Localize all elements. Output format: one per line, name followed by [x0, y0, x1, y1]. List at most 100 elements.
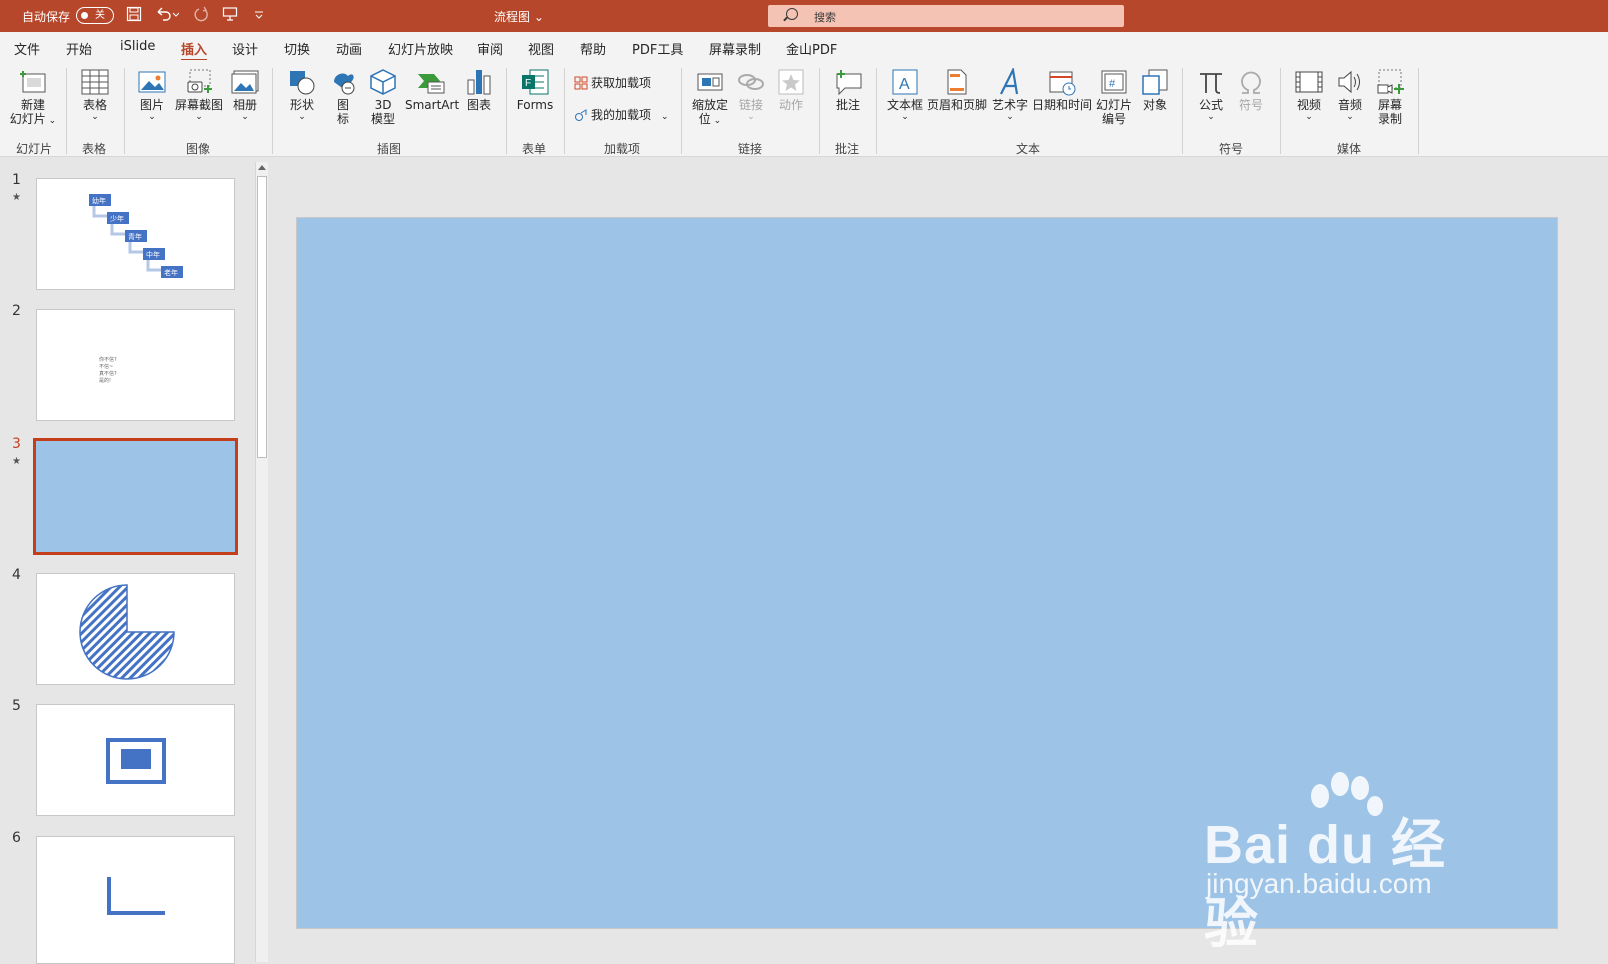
wordart-button[interactable]: 艺术字 ⌄: [990, 68, 1030, 122]
toggle-knob: [81, 12, 88, 19]
comment-label: 批注: [835, 98, 860, 112]
animation-star-icon: ★: [12, 192, 21, 203]
action-star-icon: [778, 69, 804, 95]
slide-number: 2: [12, 303, 21, 319]
group-label-addins: 加载项: [604, 142, 641, 156]
tab-screen-record[interactable]: 屏幕录制: [709, 39, 761, 58]
tab-pdf-tools[interactable]: PDF工具: [632, 39, 683, 58]
tab-insert[interactable]: 插入: [181, 39, 208, 61]
textbox-button[interactable]: A 文本框 ⌄: [886, 68, 924, 122]
slide-thumbnail-4[interactable]: [36, 573, 235, 685]
picture-button[interactable]: 图片 ⌄: [134, 68, 170, 122]
forms-button[interactable]: F Forms: [514, 68, 556, 112]
slide-number: 4: [12, 567, 21, 583]
tab-transitions[interactable]: 切换: [284, 39, 310, 58]
title-bar: 自动保存 关 流程图 ⌄ 搜索: [0, 0, 1608, 32]
3d-models-button[interactable]: 3D 模型: [365, 68, 401, 126]
get-addins-button[interactable]: 获取加载项: [574, 76, 651, 90]
ribbon-tabs: 文件 开始 iSlide 插入 设计 切换 动画 幻灯片放映 审阅 视图 帮助 …: [0, 32, 1608, 61]
tab-home[interactable]: 开始: [66, 39, 92, 58]
date-time-label: 日期和时间: [1032, 98, 1093, 112]
tab-slideshow[interactable]: 幻灯片放映: [388, 39, 453, 58]
screen-recording-button[interactable]: 屏幕 录制: [1372, 68, 1408, 126]
link-button[interactable]: 链接 ⌄: [734, 68, 768, 122]
slide-number-button[interactable]: # 幻灯片 编号: [1094, 68, 1134, 126]
video-button[interactable]: 视频 ⌄: [1292, 68, 1326, 122]
omega-icon: [1241, 71, 1261, 94]
tab-animations[interactable]: 动画: [336, 39, 362, 58]
present-from-start-icon[interactable]: [222, 6, 238, 26]
my-addins-button[interactable]: 我的加载项 ⌄: [574, 108, 669, 124]
screenshot-label: 屏幕截图: [174, 98, 223, 112]
baidu-jingyan-watermark: Bai du 经验 jingyan.baidu.com: [1200, 770, 1500, 954]
icons-label: 图 标: [336, 98, 349, 126]
step-label: 幼年: [92, 196, 106, 205]
calendar-clock-icon: [1049, 71, 1076, 96]
animation-star-icon: ★: [12, 456, 21, 467]
table-button[interactable]: 表格 ⌄: [76, 68, 114, 122]
chart-button[interactable]: 图表: [462, 68, 496, 112]
scroll-up-arrow-icon[interactable]: [258, 165, 266, 170]
new-slide-button[interactable]: 新建 幻灯片 ⌄: [8, 68, 58, 128]
zoom-button[interactable]: 缩放定 位 ⌄: [690, 68, 730, 128]
thumbnail-scrollbar[interactable]: [255, 162, 268, 962]
slide-thumbnail-6[interactable]: [36, 836, 235, 964]
screen-recording-label: 屏幕 录制: [1377, 98, 1402, 126]
shapes-label: 形状: [289, 98, 314, 112]
step-label: 中年: [146, 250, 160, 259]
screenshot-button[interactable]: 屏幕截图 ⌄: [174, 68, 224, 122]
get-addins-label: 获取加载项: [591, 76, 652, 90]
header-footer-icon: [947, 69, 967, 95]
new-slide-icon: [20, 71, 46, 93]
action-button[interactable]: 动作: [774, 68, 808, 112]
symbol-button[interactable]: 符号: [1234, 68, 1268, 112]
corner-shape-preview: [107, 877, 165, 915]
pie-shape-preview: [79, 584, 175, 680]
autosave-toggle[interactable]: 关: [76, 7, 114, 24]
shapes-button[interactable]: 形状 ⌄: [284, 68, 320, 122]
object-icon: [1142, 69, 1168, 95]
object-button[interactable]: 对象: [1138, 68, 1172, 112]
photo-album-icon: [231, 70, 259, 94]
slide-thumbnail-5[interactable]: [36, 704, 235, 816]
slide-thumbnail-3[interactable]: [33, 438, 238, 555]
save-icon[interactable]: [126, 6, 142, 26]
text-preview: 你不信? 不信~ 真不信? 是的!: [99, 356, 117, 384]
scrollbar-thumb[interactable]: [257, 176, 267, 458]
audio-button[interactable]: 音频 ⌄: [1333, 68, 1367, 122]
my-addins-label: 我的加载项: [591, 108, 652, 122]
equation-button[interactable]: 公式 ⌄: [1194, 68, 1228, 122]
document-title[interactable]: 流程图 ⌄: [494, 8, 544, 25]
customize-qat-icon[interactable]: [254, 6, 264, 26]
slide-thumbnail-1[interactable]: 幼年 少年 青年 中年 老年: [36, 178, 235, 290]
textbox-label: 文本框: [886, 98, 923, 112]
group-label-tables: 表格: [82, 142, 107, 156]
svg-text:#: #: [1109, 78, 1116, 90]
tab-file[interactable]: 文件: [14, 39, 40, 58]
redo-icon[interactable]: [193, 6, 209, 26]
slide-thumbnail-2[interactable]: 你不信? 不信~ 真不信? 是的!: [36, 309, 235, 421]
header-footer-label: 页眉和页脚: [926, 98, 987, 112]
screen-recording-icon: [1377, 69, 1404, 94]
tab-islide[interactable]: iSlide: [120, 39, 155, 54]
slide-thumbnail-panel: 1 ★ 幼年 少年 青年 中年 老年 2 你不信? 不信~ 真不信? 是的! 3…: [0, 158, 270, 964]
smartart-button[interactable]: SmartArt: [405, 68, 459, 112]
tab-wps-pdf[interactable]: 金山PDF: [786, 39, 837, 58]
step-label: 青年: [128, 232, 142, 241]
tab-help[interactable]: 帮助: [580, 39, 606, 58]
search-box[interactable]: 搜索: [768, 5, 1124, 27]
comment-button[interactable]: 批注: [830, 68, 866, 112]
table-label: 表格: [82, 98, 107, 112]
header-footer-button[interactable]: 页眉和页脚: [926, 68, 988, 112]
photo-album-button[interactable]: 相册 ⌄: [228, 68, 262, 122]
tab-view[interactable]: 视图: [528, 39, 554, 58]
frame-shape-preview: [106, 738, 166, 784]
tab-design[interactable]: 设计: [232, 39, 258, 58]
forms-icon: F: [522, 69, 549, 95]
date-time-button[interactable]: 日期和时间: [1032, 68, 1092, 112]
undo-icon[interactable]: [155, 6, 180, 26]
icons-button[interactable]: 图 标: [325, 68, 361, 126]
ribbon-insert: 新建 幻灯片 ⌄ 幻灯片 表格 ⌄ 表格 图片 ⌄ 屏幕截图 ⌄ 相册 ⌄ 图像…: [0, 60, 1608, 157]
chart-label: 图表: [466, 98, 491, 112]
tab-review[interactable]: 审阅: [477, 39, 503, 58]
